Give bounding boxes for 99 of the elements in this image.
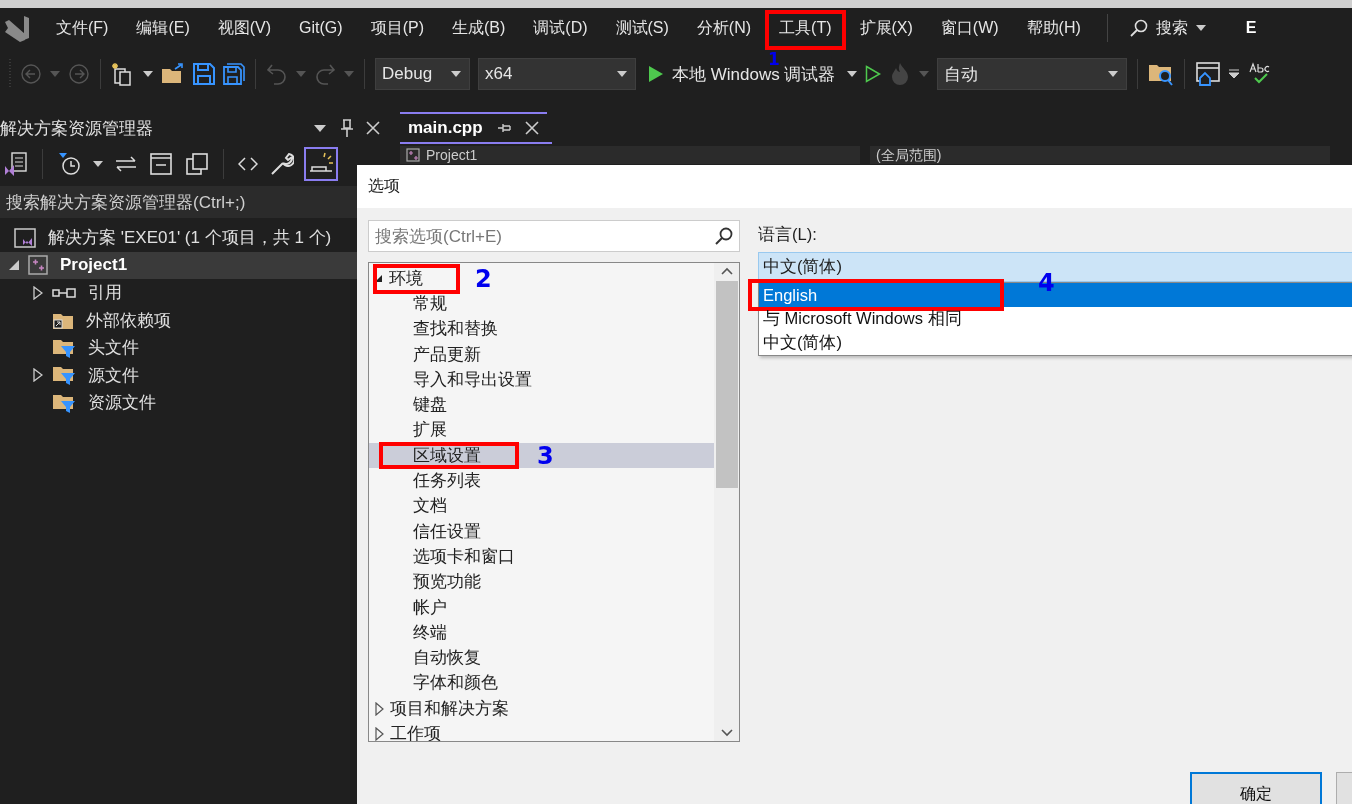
tree-item[interactable]: Project1 xyxy=(0,251,357,279)
copy-icon[interactable] xyxy=(185,152,209,176)
menu-item[interactable]: 窗口(W) xyxy=(926,13,1013,43)
menu-item[interactable]: 扩展(X) xyxy=(845,13,927,43)
menu-item[interactable]: Git(G) xyxy=(285,15,357,41)
search-button[interactable]: 搜索 xyxy=(1119,17,1216,39)
options-tree-item[interactable]: 产品更新 xyxy=(369,341,485,368)
close-icon[interactable] xyxy=(366,121,380,135)
tree-item[interactable]: 头文件 xyxy=(0,334,357,362)
options-tree-item[interactable]: 选项卡和窗口 xyxy=(369,544,519,570)
window-home-icon[interactable] xyxy=(1195,61,1222,87)
annotation-number: 2 xyxy=(475,267,492,291)
collapse-all-icon[interactable] xyxy=(149,152,173,176)
dropdown-caret-icon[interactable] xyxy=(143,71,153,77)
collapsed-arrow-icon[interactable] xyxy=(375,701,384,716)
folder-search-icon[interactable] xyxy=(1148,62,1175,86)
code-icon[interactable] xyxy=(238,157,258,171)
play-icon xyxy=(648,65,664,83)
overflow-icon[interactable] xyxy=(1229,69,1240,79)
platform-dropdown[interactable]: x64 xyxy=(478,58,636,90)
tree-item[interactable]: 资源文件 xyxy=(0,389,357,417)
save-all-icon[interactable] xyxy=(223,63,245,85)
annotation-number: 1 xyxy=(768,50,780,68)
dropdown-caret-icon[interactable] xyxy=(617,71,627,77)
tree-item[interactable]: 源文件 xyxy=(0,361,357,389)
search-icon xyxy=(715,227,733,245)
spell-check-icon[interactable] xyxy=(1247,62,1272,86)
menu-item[interactable]: 编辑(E) xyxy=(122,13,204,43)
menu-item[interactable]: 帮助(H) xyxy=(1012,13,1095,43)
dropdown-caret-icon[interactable] xyxy=(847,71,858,77)
panel-title: 解决方案资源管理器 xyxy=(0,117,154,140)
save-icon[interactable] xyxy=(193,63,215,85)
tree-item[interactable]: 解决方案 'EXE01' (1 个项目，共 1 个) xyxy=(0,224,357,252)
options-tree-item[interactable]: 终端 xyxy=(369,620,451,646)
reference-icon xyxy=(52,286,76,299)
options-tree-item[interactable]: 环境 xyxy=(369,266,427,292)
scroll-up-icon[interactable] xyxy=(720,267,733,275)
project-icon xyxy=(28,255,48,276)
target-dropdown[interactable]: 自动 xyxy=(937,58,1128,90)
options-tree-item[interactable]: 预览功能 xyxy=(369,569,485,595)
options-tree-item[interactable]: 扩展 xyxy=(369,417,451,444)
annotation-number: 3 xyxy=(537,444,554,469)
options-tree-item[interactable]: 信任设置 xyxy=(369,518,485,545)
menu-item[interactable]: 测试(S) xyxy=(601,13,683,43)
sync-icon[interactable] xyxy=(115,155,137,173)
dropdown-caret-icon[interactable] xyxy=(451,71,461,77)
wrench-icon[interactable] xyxy=(270,152,294,176)
open-folder-icon[interactable] xyxy=(161,63,185,85)
search-field[interactable]: 搜索选项(Ctrl+E) xyxy=(368,220,740,252)
options-tree-item[interactable]: 文档 xyxy=(369,493,451,519)
run-without-debug-icon[interactable] xyxy=(865,65,882,83)
options-tree-item[interactable]: 自动恢复 xyxy=(369,645,485,671)
menu-item[interactable]: 分析(N) xyxy=(682,13,766,43)
menu-item[interactable]: 文件(F) xyxy=(42,13,123,43)
dropdown-caret-icon[interactable] xyxy=(93,161,103,167)
options-tree-item[interactable]: 常规 xyxy=(369,291,451,317)
options-tree-item[interactable]: 任务列表 xyxy=(369,468,485,494)
menu-item[interactable]: 调试(D) xyxy=(519,13,602,43)
menu-item[interactable]: 工具(T) xyxy=(765,13,846,43)
menu-item[interactable]: 项目(P) xyxy=(356,13,438,43)
options-tree-item[interactable]: 帐户 xyxy=(369,594,451,621)
field-label: 语言(L): xyxy=(758,224,818,245)
caret-icon[interactable] xyxy=(1195,25,1206,31)
tree-item[interactable]: 外部依赖项 xyxy=(0,306,357,334)
expanded-arrow-icon[interactable] xyxy=(8,259,20,272)
project-icon xyxy=(406,148,420,162)
scroll-down-icon[interactable] xyxy=(720,729,733,737)
options-tree-item[interactable]: 键盘 xyxy=(369,392,451,418)
history-icon[interactable] xyxy=(57,151,81,177)
configuration-dropdown[interactable]: Debug xyxy=(375,58,470,90)
dropdown-option[interactable]: 中文(简体) xyxy=(759,331,1352,355)
navigation-dropdown[interactable]: (全局范围) xyxy=(870,146,1330,164)
tree-item[interactable]: 引用 xyxy=(0,279,357,307)
navigation-dropdown[interactable]: Project1 xyxy=(400,146,860,164)
options-tree-item[interactable]: 项目和解决方案 xyxy=(369,696,513,722)
window-title: E xyxy=(1245,19,1257,37)
options-tree-item[interactable]: 查找和替换 xyxy=(369,316,502,342)
dropdown-caret-icon[interactable] xyxy=(1108,71,1119,77)
solution-icon xyxy=(14,227,36,248)
solution-view-icon[interactable] xyxy=(4,150,28,178)
dropdown-caret-icon[interactable] xyxy=(314,124,326,132)
scrollbar-thumb[interactable] xyxy=(715,281,738,488)
close-icon[interactable] xyxy=(524,121,539,135)
options-tree-item[interactable]: 字体和颜色 xyxy=(369,670,502,697)
ok-button[interactable]: 确定 xyxy=(1190,772,1322,804)
collapsed-arrow-icon[interactable] xyxy=(375,727,384,741)
pin-icon[interactable] xyxy=(496,122,511,134)
filter-folder-icon xyxy=(52,364,76,387)
menu-item[interactable]: 生成(B) xyxy=(437,13,520,43)
pin-icon[interactable] xyxy=(340,119,354,137)
search-field[interactable]: 搜索解决方案资源管理器(Ctrl+;) xyxy=(0,186,357,218)
logo-icon[interactable] xyxy=(2,13,32,43)
search-icon xyxy=(1129,19,1148,37)
options-tree-item[interactable]: 工作项 xyxy=(369,721,445,741)
menu-item[interactable]: 视图(V) xyxy=(203,13,286,43)
dialog-title: 选项 xyxy=(368,176,400,196)
options-tree-item[interactable]: 导入和导出设置 xyxy=(369,367,536,393)
dropdown-option[interactable]: 与 Microsoft Windows 相同 xyxy=(759,307,1352,331)
expanded-arrow-icon[interactable] xyxy=(375,274,383,283)
